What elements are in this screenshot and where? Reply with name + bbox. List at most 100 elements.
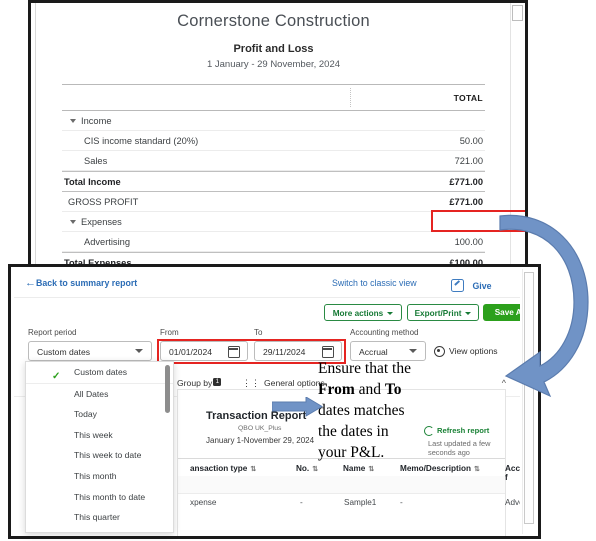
pl-company-name: Cornerstone Construction (177, 12, 370, 30)
switch-to-classic-view-link[interactable]: Switch to classic view (332, 278, 417, 288)
pl-row-label-wrap: Income (70, 116, 112, 126)
pl-row-label-wrap: Expenses (70, 217, 122, 227)
column-label: Memo/Description (400, 464, 471, 473)
sort-icon: ⇅ (368, 465, 375, 473)
annotation-and: and (354, 381, 385, 398)
group-by-button[interactable]: Group by 1 (177, 378, 222, 388)
dropdown-item-label: Custom dates (74, 367, 128, 377)
dropdown-item-this-month-to-date[interactable]: This month to date (26, 487, 173, 508)
column-header-name[interactable]: Name ⇅ (343, 464, 374, 473)
qbo-top-bar: ← Back to summary report Switch to class… (14, 269, 520, 309)
column-header-no[interactable]: No. ⇅ (296, 464, 318, 473)
export-print-button[interactable]: Export/Print (407, 304, 479, 321)
report-period-value: Custom dates (37, 347, 91, 357)
dropdown-item-this-month[interactable]: This month (26, 466, 173, 487)
pl-row-label: Advertising (84, 237, 130, 247)
dropdown-item-label: This month (74, 470, 117, 481)
chevron-down-icon (465, 311, 472, 315)
pl-row-amount: 721.00 (454, 156, 483, 166)
column-label: Name (343, 464, 366, 473)
to-label: To (254, 328, 263, 337)
pl-total-column-header: TOTAL (453, 93, 483, 103)
pl-scrollbar-thumb[interactable] (512, 5, 523, 21)
pl-row-label: Sales (84, 156, 108, 166)
qbo-action-bar: More actions Export/Print Save As (14, 298, 520, 328)
group-by-label: Group by (177, 378, 213, 388)
pl-table: TOTAL Income CIS income standard (20%) 5… (62, 84, 485, 265)
annotation-line-2: dates matches (318, 402, 405, 419)
pl-row-total-income: Total Income £771.00 (62, 171, 485, 192)
dropdown-item-today[interactable]: Today (26, 404, 173, 425)
dropdown-item-custom-dates[interactable]: ✓ Custom dates (26, 362, 173, 384)
caret-down-icon[interactable] (70, 119, 76, 124)
dropdown-item-label: This week to date (74, 450, 142, 461)
caret-down-icon[interactable] (70, 220, 76, 225)
chevron-down-icon (135, 349, 143, 353)
column-header-memo-description[interactable]: Memo/Description ⇅ (400, 464, 480, 473)
eye-icon (434, 346, 445, 358)
dropdown-item-this-week-to-date[interactable]: This week to date (26, 445, 173, 466)
pl-row-cis-income[interactable]: CIS income standard (20%) 50.00 (62, 131, 485, 151)
pl-row-expenses-section[interactable]: Expenses (62, 212, 485, 232)
annotation-text: Ensure that the From and To dates matche… (318, 358, 468, 463)
report-period-label: Report period (28, 328, 77, 337)
dropdown-item-label: This month to date (74, 491, 146, 502)
general-options-label: General options (264, 378, 325, 388)
pl-row-amount: 50.00 (459, 136, 483, 146)
sort-icon: ⇅ (250, 465, 257, 473)
pl-row-advertising[interactable]: Advertising 100.00 (62, 232, 485, 252)
more-actions-label: More actions (332, 309, 384, 318)
transaction-table-group-row (178, 476, 505, 494)
dropdown-item-this-week[interactable]: This week (26, 425, 173, 446)
annotation-line-3: the dates in (318, 423, 389, 440)
pl-date-range: 1 January - 29 November, 2024 (206, 59, 341, 70)
left-arrow-icon[interactable]: ← (25, 277, 36, 289)
report-period-select[interactable]: Custom dates (28, 341, 152, 361)
annotation-line-0: Ensure that the (318, 360, 411, 377)
dropdown-item-label: Today (74, 409, 97, 420)
straight-arrow-icon (272, 397, 323, 417)
cell-name: Sample1 (344, 498, 377, 507)
column-label: Account f (505, 464, 520, 482)
dropdown-item-all-dates[interactable]: All Dates (26, 384, 173, 405)
pl-row-amount: £771.00 (449, 197, 483, 207)
annotation-from-bold: From (318, 381, 355, 398)
cell-account: Advertisir (505, 498, 520, 507)
pl-row-sales[interactable]: Sales 721.00 (62, 151, 485, 171)
report-period-dropdown-menu[interactable]: ✓ Custom dates All Dates Today This week… (25, 361, 174, 533)
general-options-button[interactable]: ⋮⋮ General options (242, 378, 325, 389)
dropdown-item-label: All Dates (74, 388, 109, 399)
from-label: From (160, 328, 179, 337)
sort-icon: ⇅ (312, 465, 319, 473)
back-to-summary-report-link[interactable]: Back to summary report (36, 278, 137, 288)
pl-row-gross-profit: GROSS PROFIT £771.00 (62, 192, 485, 212)
pl-row-amount: £771.00 (449, 177, 483, 187)
annotation-line-1: From and To (318, 379, 468, 400)
column-header-transaction-type[interactable]: ansaction type ⇅ (190, 464, 256, 473)
cell-transaction-type: xpense (190, 498, 217, 507)
transaction-report-subtitle: QBO UK_Plus (238, 425, 282, 432)
cell-no: - (300, 498, 303, 507)
profit-and-loss-window: Cornerstone Construction Profit and Loss… (28, 0, 528, 268)
dropdown-scrollbar-thumb[interactable] (165, 365, 170, 413)
annotation-to-bold: To (384, 381, 402, 398)
column-header-account[interactable]: Account f (505, 464, 520, 482)
pl-row-label: GROSS PROFIT (68, 197, 139, 207)
annotation-line-4: your P&L. (318, 444, 385, 461)
pl-row-label: Total Income (64, 177, 121, 187)
pencil-square-icon (451, 279, 464, 293)
dropdown-item-label: This week (74, 429, 113, 440)
accounting-method-value: Accrual (359, 347, 388, 357)
pl-row-label: Income (81, 116, 112, 126)
pl-column-divider (350, 88, 351, 107)
pl-row-income-section[interactable]: Income (62, 111, 485, 131)
dropdown-item-this-quarter[interactable]: This quarter (26, 507, 173, 528)
column-label: No. (296, 464, 310, 473)
accounting-method-label: Accounting method (350, 328, 419, 337)
curved-arrow-icon (499, 214, 589, 398)
table-row[interactable]: xpense - Sample1 - Advertisir (178, 493, 520, 513)
more-actions-button[interactable]: More actions (324, 304, 402, 321)
column-label: ansaction type (190, 464, 248, 473)
transaction-report-date-range: January 1-November 29, 2024 (206, 436, 315, 445)
export-print-label: Export/Print (414, 309, 462, 318)
